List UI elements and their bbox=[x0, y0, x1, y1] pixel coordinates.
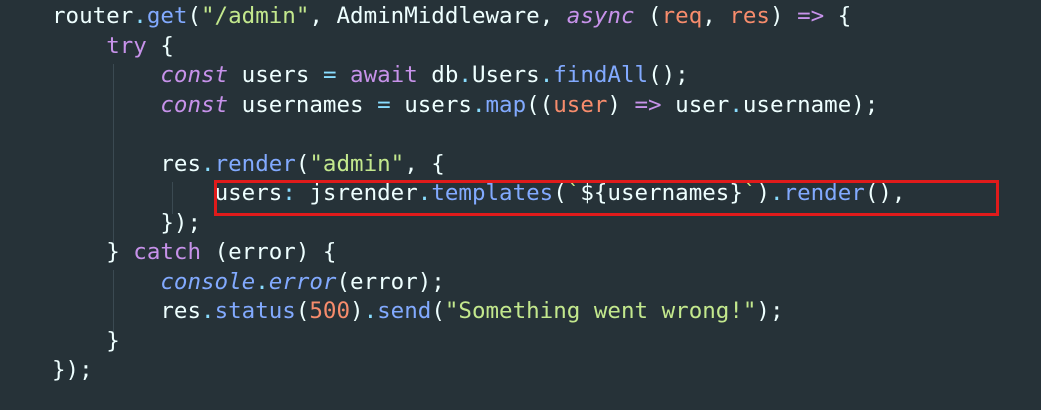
code-token: }); bbox=[160, 209, 202, 236]
code-line[interactable]: const users = await db.Users.findAll(); bbox=[52, 61, 905, 91]
code-token: catch bbox=[119, 239, 215, 265]
code-token: ( bbox=[295, 298, 310, 324]
code-line[interactable]: try { bbox=[52, 32, 905, 62]
code-token: console bbox=[160, 268, 256, 295]
code-token: . bbox=[471, 91, 486, 118]
code-token: try bbox=[106, 32, 147, 59]
code-token: status bbox=[214, 298, 296, 324]
code-token: AdminMiddleware bbox=[336, 3, 540, 29]
code-line[interactable]: res.render("admin", { bbox=[52, 150, 905, 180]
code-token: await bbox=[350, 62, 418, 88]
code-token: db bbox=[417, 62, 459, 88]
code-token: ( bbox=[431, 298, 445, 324]
code-token: users bbox=[390, 91, 472, 118]
code-token: req bbox=[661, 3, 703, 29]
code-editor[interactable]: router.get("/admin", AdminMiddleware, as… bbox=[0, 0, 1041, 410]
code-token: . bbox=[539, 62, 554, 88]
code-token: . bbox=[255, 268, 269, 295]
code-token: ( bbox=[187, 3, 202, 29]
code-token: router bbox=[52, 3, 134, 29]
code-line[interactable] bbox=[52, 120, 905, 150]
code-token: ) bbox=[769, 3, 798, 29]
code-token: const bbox=[160, 62, 229, 88]
code-line[interactable]: } bbox=[52, 327, 905, 357]
code-token: error bbox=[268, 268, 337, 295]
code-token: usernames bbox=[228, 91, 378, 118]
code-token: { bbox=[146, 32, 174, 59]
code-token: (error) { bbox=[214, 239, 337, 265]
code-token: username bbox=[742, 91, 852, 118]
code-token: (( bbox=[526, 91, 554, 118]
code-token: = bbox=[377, 91, 391, 118]
code-token: (); bbox=[648, 62, 689, 88]
code-token: Users bbox=[471, 62, 540, 88]
code-token: }); bbox=[52, 357, 93, 383]
code-token: , { bbox=[404, 150, 445, 177]
code-line[interactable]: res.status(500).send("Something went wro… bbox=[52, 297, 905, 327]
code-token: ); bbox=[851, 91, 879, 118]
code-token: user bbox=[553, 91, 608, 118]
code-token: const bbox=[160, 91, 229, 118]
code-token: . bbox=[201, 298, 215, 324]
code-token: user bbox=[661, 91, 730, 118]
code-token: ) bbox=[350, 298, 364, 324]
code-line[interactable]: console.error(error); bbox=[52, 268, 905, 298]
code-line[interactable]: router.get("/admin", AdminMiddleware, as… bbox=[52, 2, 905, 32]
code-token: . bbox=[133, 3, 147, 29]
code-line[interactable]: }); bbox=[52, 356, 905, 386]
code-token: 500 bbox=[309, 298, 351, 324]
code-token: ( bbox=[634, 3, 662, 29]
code-token: . bbox=[729, 91, 743, 118]
code-token: , bbox=[702, 3, 730, 29]
code-token: map bbox=[485, 91, 527, 118]
code-token: => bbox=[634, 91, 662, 118]
code-token: send bbox=[377, 298, 432, 324]
code-token: get bbox=[146, 3, 188, 29]
code-token: ); bbox=[756, 298, 784, 324]
code-token: { bbox=[824, 3, 852, 29]
code-token: "Something went wrong!" bbox=[444, 298, 757, 324]
code-token: "admin" bbox=[309, 150, 405, 177]
code-token: . bbox=[363, 298, 378, 324]
code-token: , bbox=[539, 3, 567, 29]
code-token: users bbox=[228, 62, 323, 88]
code-token: "/admin" bbox=[201, 3, 310, 29]
code-token: => bbox=[797, 3, 825, 29]
code-token: . bbox=[458, 62, 472, 88]
code-token: findAll bbox=[553, 62, 649, 88]
code-token: res bbox=[52, 150, 202, 177]
code-token: ) bbox=[607, 91, 635, 118]
code-token: } bbox=[106, 239, 120, 265]
code-line[interactable]: const usernames = users.map((user) => us… bbox=[52, 91, 905, 121]
highlight-box bbox=[214, 180, 999, 216]
code-line[interactable]: } catch (error) { bbox=[52, 238, 905, 268]
code-token: ( bbox=[295, 150, 310, 177]
code-token: (error); bbox=[336, 268, 445, 295]
code-token: , bbox=[309, 3, 337, 29]
code-token: render bbox=[214, 150, 296, 177]
code-token: = bbox=[322, 62, 337, 88]
code-token: res bbox=[52, 298, 202, 324]
code-token: . bbox=[201, 150, 215, 177]
code-token: } bbox=[106, 327, 120, 354]
code-token: res bbox=[729, 3, 770, 29]
code-token: async bbox=[566, 3, 635, 29]
